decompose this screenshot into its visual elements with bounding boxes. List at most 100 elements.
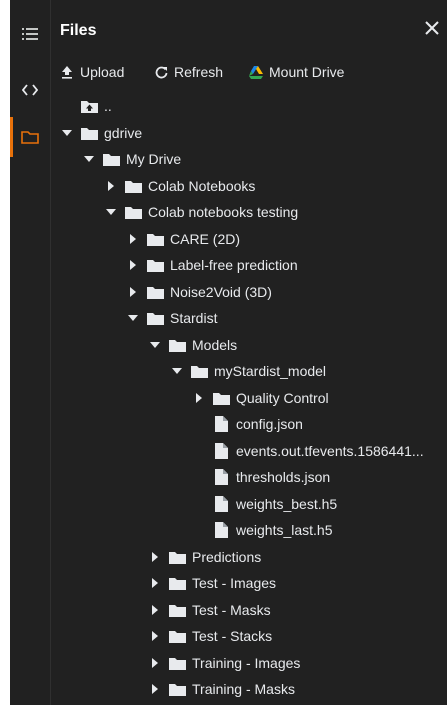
caret-right-icon[interactable] [126, 232, 140, 246]
folder-row[interactable]: Quality Control [192, 386, 329, 410]
folder-row[interactable]: gdrive [60, 121, 142, 145]
upload-label: Upload [80, 64, 125, 80]
close-icon [425, 21, 439, 35]
folder-row[interactable]: Training - Images [148, 651, 300, 675]
folder-row[interactable]: Stardist [126, 306, 217, 330]
file-row[interactable]: weights_best.h5 [192, 492, 337, 516]
caret-down-icon[interactable] [82, 152, 96, 166]
mount-drive-button[interactable]: Mount Drive [249, 60, 344, 84]
folder-row[interactable]: .. [60, 94, 112, 118]
refresh-button[interactable]: Refresh [154, 60, 223, 84]
caret-right-icon[interactable] [126, 285, 140, 299]
caret-down-icon[interactable] [126, 311, 140, 325]
file-row[interactable]: thresholds.json [192, 465, 330, 489]
file-icon [212, 496, 230, 512]
tree-item-label: weights_last.h5 [236, 522, 333, 538]
tree-item-label: Test - Masks [192, 602, 271, 618]
folder-icon [168, 550, 186, 564]
tree-item-label: weights_best.h5 [236, 496, 338, 512]
folder-row[interactable]: Test - Masks [148, 598, 271, 622]
folder-row[interactable]: Label-free prediction [126, 253, 298, 277]
files-panel: Files Upload Refresh Mount Drive .. gdri… [10, 0, 447, 705]
tree-item-label: gdrive [104, 125, 143, 141]
code-snippets-button[interactable] [10, 75, 50, 105]
caret-right-icon[interactable] [148, 576, 162, 590]
file-row[interactable]: events.out.tfevents.1586441... [192, 439, 424, 463]
table-of-contents-button[interactable] [10, 19, 50, 49]
folder-row[interactable]: Training - Masks [148, 677, 295, 701]
tree-item-label: thresholds.json [236, 469, 331, 485]
caret-down-icon[interactable] [60, 126, 74, 140]
caret-down-icon[interactable] [148, 338, 162, 352]
side-rail [10, 0, 51, 705]
close-button[interactable] [420, 16, 444, 40]
tree-item-label: Colab notebooks testing [148, 204, 299, 220]
folder-row[interactable]: Colab Notebooks [104, 174, 255, 198]
folder-row[interactable]: Noise2Void (3D) [126, 280, 272, 304]
folder-icon [146, 285, 164, 299]
code-icon [22, 84, 38, 96]
tree-item-label: Training - Images [192, 655, 301, 671]
file-row[interactable]: weights_last.h5 [192, 518, 333, 542]
tree-item-label: Training - Masks [192, 681, 295, 697]
caret-spacer [192, 523, 206, 537]
folder-row[interactable]: Colab notebooks testing [104, 200, 298, 224]
refresh-label: Refresh [174, 64, 224, 80]
folder-icon [124, 179, 142, 193]
tree-item-label: myStardist_model [214, 363, 327, 379]
caret-spacer [192, 444, 206, 458]
folder-icon [212, 391, 230, 405]
tree-item-label: Stardist [170, 310, 218, 326]
tree-item-label: Predictions [192, 549, 262, 565]
google-drive-icon [249, 65, 263, 79]
folder-outline-icon [21, 131, 39, 144]
caret-right-icon[interactable] [148, 682, 162, 696]
tree-item-label: Models [192, 337, 238, 353]
folder-row[interactable]: Test - Images [148, 571, 276, 595]
tree-item-label: events.out.tfevents.1586441... [236, 443, 424, 459]
tree-item-label: Test - Images [192, 575, 277, 591]
folder-row[interactable]: Test - Stacks [148, 624, 272, 648]
folder-icon [168, 682, 186, 696]
caret-down-icon[interactable] [170, 364, 184, 378]
caret-right-icon[interactable] [148, 603, 162, 617]
folder-icon [146, 258, 164, 272]
folder-icon [190, 364, 208, 378]
file-row[interactable]: config.json [192, 412, 303, 436]
file-icon [212, 443, 230, 459]
caret-right-icon[interactable] [126, 258, 140, 272]
upload-icon [60, 65, 74, 79]
caret-spacer [192, 470, 206, 484]
caret-spacer [192, 497, 206, 511]
tree-item-label: CARE (2D) [170, 231, 241, 247]
folder-icon [146, 232, 164, 246]
caret-right-icon[interactable] [104, 179, 118, 193]
folder-icon [168, 603, 186, 617]
folder-row[interactable]: Predictions [148, 545, 261, 569]
folder-row[interactable]: My Drive [82, 147, 181, 171]
caret-right-icon[interactable] [148, 550, 162, 564]
tree-item-label: My Drive [126, 151, 182, 167]
file-icon [212, 416, 230, 432]
caret-spacer [192, 417, 206, 431]
list-icon [22, 28, 38, 40]
tree-item-label: Quality Control [236, 390, 329, 406]
file-icon [212, 469, 230, 485]
upload-button[interactable]: Upload [60, 60, 124, 84]
folder-icon [80, 126, 98, 140]
caret-right-icon[interactable] [148, 656, 162, 670]
folder-row[interactable]: CARE (2D) [126, 227, 240, 251]
tree-item-label: Label-free prediction [170, 257, 298, 273]
panel-title: Files [60, 22, 97, 39]
caret-right-icon[interactable] [192, 391, 206, 405]
files-button[interactable] [10, 122, 50, 152]
folder-icon [168, 656, 186, 670]
folder-icon [124, 205, 142, 219]
folder-row[interactable]: myStardist_model [170, 359, 326, 383]
caret-down-icon[interactable] [104, 205, 118, 219]
folder-row[interactable]: Models [148, 333, 237, 357]
caret-right-icon[interactable] [148, 629, 162, 643]
file-icon [212, 522, 230, 538]
folder-icon [146, 311, 164, 325]
tree-item-label: Noise2Void (3D) [170, 284, 272, 300]
